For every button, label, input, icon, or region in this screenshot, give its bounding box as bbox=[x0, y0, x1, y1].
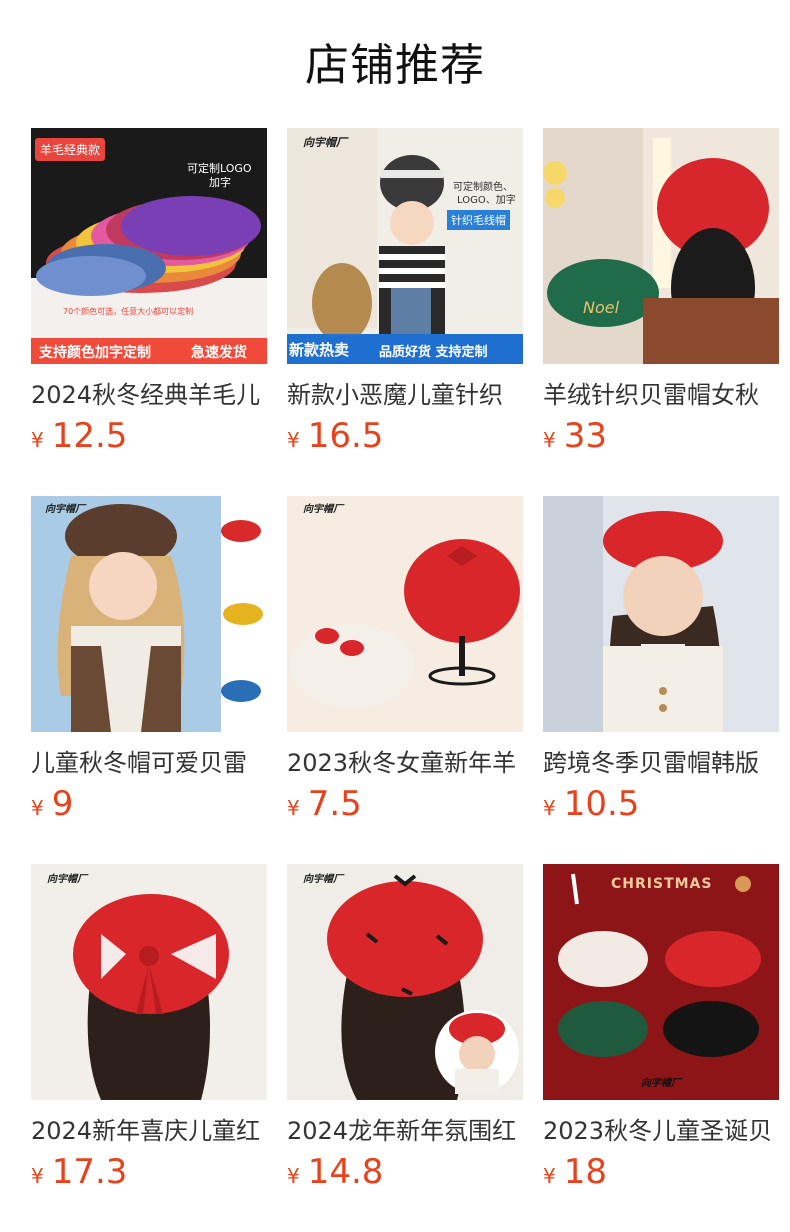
product-card[interactable]: 向宇帽厂 2023秋冬女童新年羊 ¥7.5 bbox=[287, 496, 523, 824]
product-name[interactable]: 2024新年喜庆儿童红 bbox=[31, 1114, 267, 1148]
product-price: ¥7.5 bbox=[287, 784, 523, 824]
product-card[interactable]: CHRISTMAS 向宇帽厂 2023秋冬儿童圣诞贝 ¥18 bbox=[543, 864, 779, 1192]
product-name[interactable]: 跨境冬季贝雷帽韩版 bbox=[543, 746, 779, 780]
dragon-year-beret-photo bbox=[287, 864, 523, 1100]
brand-logo-label: 向宇帽厂 bbox=[45, 504, 85, 515]
product-image[interactable]: CHRISTMAS 向宇帽厂 bbox=[543, 864, 779, 1100]
product-price: ¥18 bbox=[543, 1152, 779, 1192]
badge-label: 加字 bbox=[209, 176, 231, 189]
price-value: 12.5 bbox=[51, 416, 128, 456]
currency-symbol: ¥ bbox=[31, 796, 44, 820]
currency-symbol: ¥ bbox=[287, 428, 300, 452]
bow-beret-stand-photo bbox=[287, 496, 523, 732]
currency-symbol: ¥ bbox=[543, 796, 556, 820]
badge-label: Noel bbox=[583, 298, 620, 317]
currency-symbol: ¥ bbox=[287, 796, 300, 820]
badge-label: 70个颜色可选，任意大小都可以定制 bbox=[63, 307, 194, 316]
brand-logo-label: 向宇帽厂 bbox=[303, 504, 343, 515]
product-card[interactable]: Noel 羊绒针织贝雷帽女秋 ¥33 bbox=[543, 128, 779, 456]
product-image[interactable]: Noel bbox=[543, 128, 779, 364]
product-image[interactable]: 向宇帽厂 bbox=[287, 864, 523, 1100]
product-name[interactable]: 2023秋冬女童新年羊 bbox=[287, 746, 523, 780]
currency-symbol: ¥ bbox=[31, 1164, 44, 1188]
product-card[interactable]: 跨境冬季贝雷帽韩版 ¥10.5 bbox=[543, 496, 779, 824]
currency-symbol: ¥ bbox=[31, 428, 44, 452]
brand-logo-label: 向宇帽厂 bbox=[303, 874, 343, 885]
product-name[interactable]: 羊绒针织贝雷帽女秋 bbox=[543, 378, 779, 412]
girl-brown-beret-photo bbox=[31, 496, 267, 732]
brand-logo-label: 向宇帽厂 bbox=[47, 874, 87, 885]
product-name[interactable]: 2023秋冬儿童圣诞贝 bbox=[543, 1114, 779, 1148]
badge-label: CHRISTMAS bbox=[611, 876, 713, 892]
price-value: 17.3 bbox=[51, 1152, 128, 1192]
price-value: 33 bbox=[563, 416, 607, 456]
currency-symbol: ¥ bbox=[543, 428, 556, 452]
product-card[interactable]: 向宇帽厂 儿童秋冬帽可爱贝雷 ¥9 bbox=[31, 496, 267, 824]
product-price: ¥16.5 bbox=[287, 416, 523, 456]
product-card[interactable]: 羊毛经典款 可定制LOGO 加字 70个颜色可选，任意大小都可以定制 支持颜色加… bbox=[31, 128, 267, 456]
product-image[interactable]: 向宇帽厂 bbox=[31, 864, 267, 1100]
product-name[interactable]: 儿童秋冬帽可爱贝雷 bbox=[31, 746, 267, 780]
product-name[interactable]: 2024龙年新年氛围红 bbox=[287, 1114, 523, 1148]
product-image[interactable]: 向宇帽厂 可定制颜色、 LOGO、加字 针织毛线帽 新款热卖 品质好货 支持定制 bbox=[287, 128, 523, 364]
price-value: 10.5 bbox=[563, 784, 640, 824]
lace-bow-beret-photo bbox=[31, 864, 267, 1100]
badge-label: 羊毛经典款 bbox=[35, 138, 106, 161]
price-value: 9 bbox=[51, 784, 74, 824]
product-grid: 羊毛经典款 可定制LOGO 加字 70个颜色可选，任意大小都可以定制 支持颜色加… bbox=[31, 128, 779, 1192]
badge-label: 新款热卖 bbox=[289, 341, 350, 359]
product-image[interactable]: 向宇帽厂 bbox=[287, 496, 523, 732]
product-name[interactable]: 2024秋冬经典羊毛儿 bbox=[31, 378, 267, 412]
product-price: ¥10.5 bbox=[543, 784, 779, 824]
page-title: 店铺推荐 bbox=[305, 40, 485, 91]
brand-logo-label: 向宇帽厂 bbox=[303, 136, 347, 149]
product-card[interactable]: 向宇帽厂 2024龙年新年氛围红 ¥14.8 bbox=[287, 864, 523, 1192]
badge-label: 针织毛线帽 bbox=[447, 210, 510, 230]
currency-symbol: ¥ bbox=[287, 1164, 300, 1188]
product-name[interactable]: 新款小恶魔儿童针织 bbox=[287, 378, 523, 412]
product-price: ¥33 bbox=[543, 416, 779, 456]
product-image[interactable] bbox=[543, 496, 779, 732]
product-image[interactable]: 羊毛经典款 可定制LOGO 加字 70个颜色可选，任意大小都可以定制 支持颜色加… bbox=[31, 128, 267, 364]
christmas-beret-photo bbox=[543, 128, 779, 364]
product-card[interactable]: 向宇帽厂 可定制颜色、 LOGO、加字 针织毛线帽 新款热卖 品质好货 支持定制… bbox=[287, 128, 523, 456]
product-image[interactable]: 向宇帽厂 bbox=[31, 496, 267, 732]
badge-label: LOGO、加字 bbox=[457, 195, 516, 206]
child-knit-hat-photo bbox=[287, 128, 523, 364]
girl-red-beret-photo bbox=[543, 496, 779, 732]
product-price: ¥14.8 bbox=[287, 1152, 523, 1192]
badge-label: 支持颜色加字定制 bbox=[39, 345, 151, 361]
christmas-berets-collection bbox=[543, 864, 779, 1100]
badge-label: 急速发货 bbox=[191, 345, 247, 361]
product-card[interactable]: 向宇帽厂 2024新年喜庆儿童红 ¥17.3 bbox=[31, 864, 267, 1192]
price-value: 18 bbox=[563, 1152, 607, 1192]
price-value: 14.8 bbox=[307, 1152, 384, 1192]
product-price: ¥9 bbox=[31, 784, 267, 824]
brand-logo-label: 向宇帽厂 bbox=[641, 1078, 681, 1089]
product-price: ¥12.5 bbox=[31, 416, 267, 456]
product-price: ¥17.3 bbox=[31, 1152, 267, 1192]
price-value: 16.5 bbox=[307, 416, 384, 456]
badge-label: 品质好货 支持定制 bbox=[379, 345, 488, 360]
price-value: 7.5 bbox=[307, 784, 362, 824]
currency-symbol: ¥ bbox=[543, 1164, 556, 1188]
